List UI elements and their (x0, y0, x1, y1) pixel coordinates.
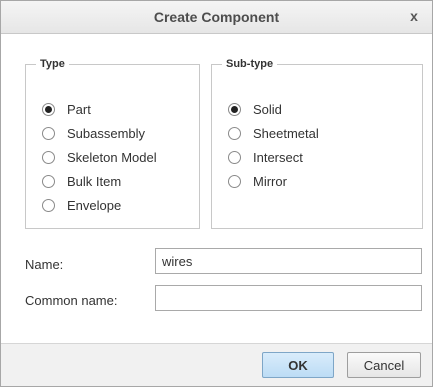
type-group: Type Part Subassembly Skeleton Model Bul… (25, 58, 200, 229)
radio-button[interactable] (228, 126, 241, 140)
common-name-input[interactable] (155, 285, 422, 311)
radio-button[interactable] (228, 102, 241, 116)
radio-button[interactable] (42, 126, 55, 140)
close-icon[interactable]: x (406, 8, 422, 24)
radio-label: Part (67, 101, 91, 117)
radio-type-skeleton-model[interactable]: Skeleton Model (42, 145, 157, 169)
radio-type-part[interactable]: Part (42, 97, 157, 121)
name-label: Name: (25, 257, 64, 272)
radio-button[interactable] (42, 174, 55, 188)
create-component-dialog: Create Component x Type Part Subassembly… (0, 0, 433, 387)
name-input[interactable] (155, 248, 422, 274)
radio-label: Solid (253, 101, 282, 117)
radio-label: Subassembly (67, 125, 146, 141)
subtype-group: Sub-type Solid Sheetmetal Intersect Mirr… (211, 58, 423, 229)
subtype-radio-list: Solid Sheetmetal Intersect Mirror (228, 97, 319, 193)
radio-subtype-sheetmetal[interactable]: Sheetmetal (228, 121, 319, 145)
radio-label: Intersect (253, 149, 303, 165)
radio-label: Envelope (67, 197, 122, 213)
dialog-footer: OK Cancel (1, 343, 432, 386)
radio-label: Sheetmetal (253, 125, 319, 141)
ok-button[interactable]: OK (262, 352, 334, 378)
radio-subtype-intersect[interactable]: Intersect (228, 145, 319, 169)
cancel-button[interactable]: Cancel (347, 352, 421, 378)
subtype-group-legend: Sub-type (226, 58, 274, 70)
radio-button[interactable] (42, 150, 55, 164)
radio-subtype-mirror[interactable]: Mirror (228, 169, 319, 193)
radio-label: Bulk Item (67, 173, 122, 189)
radio-label: Mirror (253, 173, 287, 189)
radio-label: Skeleton Model (67, 149, 157, 165)
dialog-body: Type Part Subassembly Skeleton Model Bul… (1, 34, 432, 343)
radio-button[interactable] (228, 174, 241, 188)
type-group-legend: Type (40, 58, 65, 70)
radio-button[interactable] (228, 150, 241, 164)
radio-button[interactable] (42, 198, 55, 212)
radio-type-subassembly[interactable]: Subassembly (42, 121, 157, 145)
radio-type-envelope[interactable]: Envelope (42, 193, 157, 217)
common-name-label: Common name: (25, 293, 118, 308)
type-radio-list: Part Subassembly Skeleton Model Bulk Ite… (42, 97, 157, 217)
radio-subtype-solid[interactable]: Solid (228, 97, 319, 121)
dialog-titlebar[interactable]: Create Component x (1, 1, 432, 34)
radio-button[interactable] (42, 102, 55, 116)
radio-type-bulk-item[interactable]: Bulk Item (42, 169, 157, 193)
dialog-title: Create Component (153, 9, 280, 25)
